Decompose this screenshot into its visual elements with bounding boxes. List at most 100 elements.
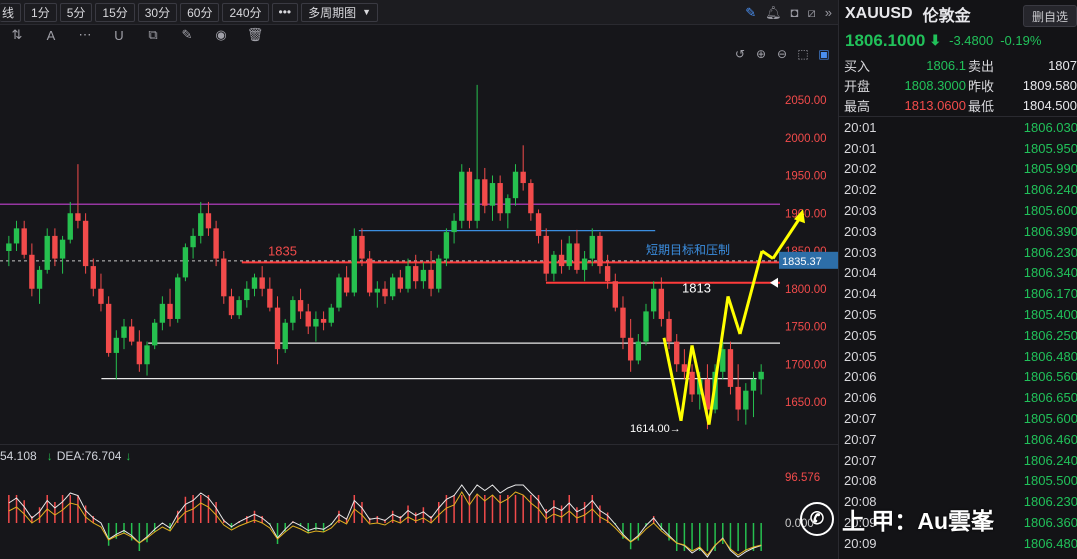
tick-price: 1805.600 — [1023, 411, 1077, 427]
low-price-label: 1614.00→ — [630, 423, 681, 435]
candle-body — [689, 371, 695, 395]
tick-list[interactable]: 20:01 1806.030 20:01 1805.950 20:02 1805.990 2… — [839, 116, 1077, 559]
candle-body — [190, 235, 196, 248]
macd-axis-top: 96.576 — [785, 472, 820, 484]
macd-value: 54.108 — [0, 449, 37, 463]
level-1835-label: 1835 — [268, 244, 297, 259]
candle-body — [627, 337, 634, 361]
text-tool-icon[interactable]: A — [34, 28, 68, 43]
pencil-icon[interactable]: ✎ — [745, 5, 756, 21]
timeframe-button[interactable]: 5分 — [59, 2, 93, 22]
collapse-icon[interactable]: » — [825, 5, 832, 20]
tick-row: 20:01 1805.950 — [839, 138, 1077, 159]
candle-body — [505, 198, 511, 214]
tick-time: 20:07 — [844, 452, 877, 468]
candle-body — [581, 258, 588, 270]
candle-body — [520, 171, 526, 184]
candle-body — [305, 311, 311, 327]
more-button[interactable]: ••• — [271, 2, 299, 22]
tick-row: 20:01 1806.030 — [839, 117, 1077, 138]
timeframe-button[interactable]: 1分 — [24, 2, 57, 22]
timeframe-button[interactable]: 60分 — [180, 2, 220, 22]
candle-body — [128, 326, 135, 342]
reset-icon[interactable]: ↺ — [735, 47, 745, 61]
tick-row: 20:05 1806.480 — [839, 346, 1077, 367]
zoom-in-icon[interactable]: ⊕ — [756, 47, 766, 61]
candle-body — [574, 243, 580, 270]
down-arrow-icon: ⬇ — [929, 32, 942, 48]
pane-divider[interactable] — [0, 444, 838, 445]
period-select[interactable]: 多周期图 ▼ — [301, 2, 379, 22]
tick-time: 20:04 — [844, 265, 877, 281]
candle-body — [13, 228, 20, 244]
candle-body — [643, 311, 649, 342]
candlestick-chart[interactable]: ↺⊕⊖⬚▣⚙2050.002000.001950.001900.001850.0… — [0, 45, 838, 559]
candle-body — [313, 318, 319, 327]
tick-row: 20:06 1806.650 — [839, 387, 1077, 408]
bell-icon[interactable]: 🔔︎ — [765, 5, 782, 21]
tick-time: 20:05 — [844, 327, 877, 343]
layers-tool-icon[interactable]: ⧉ — [136, 27, 170, 43]
tick-row: 20:04 1806.340 — [839, 263, 1077, 284]
dots-tool-icon[interactable]: ⋯ — [68, 27, 102, 43]
quote-stat-row: 买入 1806.1 卖出 1807 — [839, 55, 1077, 75]
candle-body — [735, 386, 741, 410]
candle-body — [512, 171, 519, 199]
dea-down-arrow-icon: ↓ — [125, 449, 132, 463]
candle-body — [413, 266, 419, 282]
timeframe-button[interactable]: 15分 — [95, 2, 135, 22]
ruler-icon[interactable]: ⧄ — [807, 5, 815, 21]
pencil-tool-icon[interactable]: ✎ — [170, 27, 204, 43]
quote-name: 伦敦金 — [922, 8, 971, 25]
candle-body — [6, 243, 12, 251]
candle-body — [205, 213, 212, 229]
cursor-tool-icon[interactable]: ⇅ — [0, 27, 34, 43]
fit-icon[interactable]: ⬚ — [797, 47, 808, 61]
candle-body — [159, 303, 166, 323]
last-price: 1806.1000 — [845, 30, 926, 50]
candle-body — [359, 235, 365, 259]
candle-body — [21, 228, 27, 255]
price-marker-icon — [770, 277, 778, 288]
tick-time: 20:01 — [844, 140, 877, 156]
candle-body — [535, 213, 542, 236]
candle-body — [597, 235, 603, 267]
tick-time: 20:02 — [844, 161, 877, 177]
timeframe-list: 线 1分 5分 15分 30分 60分 240分 — [0, 2, 269, 22]
eye-tool-icon[interactable]: ◉ — [204, 27, 238, 43]
remove-watchlist-button[interactable]: 删自选 — [1022, 5, 1077, 27]
layout-icon[interactable]: ▣ — [818, 47, 829, 61]
candle-body — [489, 183, 496, 206]
candle-body — [198, 213, 204, 236]
candle-body — [604, 266, 611, 282]
stat-label: 最高 — [844, 98, 871, 114]
zoom-out-icon[interactable]: ⊖ — [777, 47, 787, 61]
candle-body — [543, 235, 549, 274]
timeframe-button[interactable]: 240分 — [222, 2, 269, 22]
timeframe-button[interactable]: 30分 — [137, 2, 178, 22]
quote-panel: XAUUSD 伦敦金 删自选 1806.1000 ⬇ -3.4800 -0.19… — [838, 0, 1077, 559]
trash-tool-icon[interactable]: 🗑 — [238, 27, 272, 43]
tick-row: 20:07 1805.600 — [839, 408, 1077, 429]
watermark: ✆ 上 甲：Au雲峯 — [800, 502, 994, 536]
candle-body — [451, 220, 457, 233]
stat-value: 1808.3000 — [904, 77, 966, 93]
quote-stats: 买入 1806.1 卖出 1807 开盘 1808.3000 昨收 1809.580 最高 181… — [839, 55, 1077, 115]
tick-price: 1806.240 — [1023, 182, 1077, 198]
tick-price: 1805.400 — [1023, 307, 1077, 323]
candle-body — [167, 303, 173, 319]
candle-body — [90, 266, 96, 289]
candle-body — [144, 345, 150, 365]
price-axis-label: 1650.00 — [785, 397, 827, 409]
magnet-tool-icon[interactable]: U — [102, 28, 136, 43]
price-axis-label: 1700.00 — [785, 359, 827, 371]
tick-price: 1805.990 — [1023, 161, 1077, 177]
timeframe-button[interactable]: 线 — [0, 2, 22, 22]
stat-value: 1807 — [1048, 57, 1077, 73]
tick-row: 20:08 1805.500 — [839, 471, 1077, 492]
chart-area[interactable]: ↺⊕⊖⬚▣⚙2050.002000.001950.001900.001850.0… — [0, 45, 838, 558]
stat-value: 1813.0600 — [904, 97, 966, 113]
tick-time: 20:03 — [844, 203, 877, 219]
quote-price-row: 1806.1000 ⬇ -3.4800 -0.19% — [839, 28, 1077, 53]
camera-icon[interactable]: ◘ — [791, 5, 799, 20]
